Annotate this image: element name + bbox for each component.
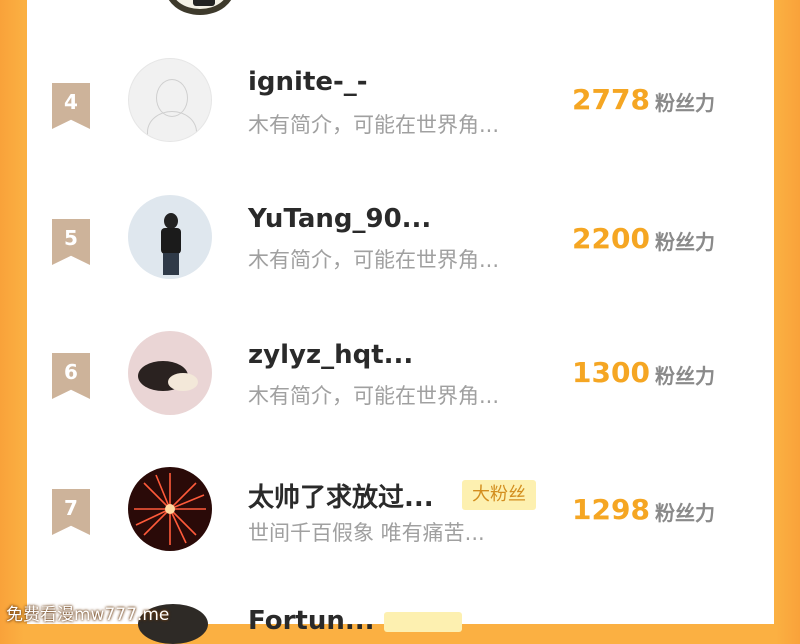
user-name[interactable]: YuTang_90... [248,204,431,234]
user-bio: 木有简介，可能在世界角... [248,113,500,137]
avatar-figure-legs [163,253,179,275]
big-fan-badge [384,612,462,632]
user-name[interactable]: 太帅了求放过... [248,477,434,514]
fan-ranking-panel: 4 ignite-_- 木有简介，可能在世界角... 2778 粉丝力 5 Yu… [27,0,774,644]
rank-badge: 5 [52,219,90,265]
list-item[interactable]: 6 zylyz_hqt... 木有简介，可能在世界角... 1300 粉丝力 [27,318,774,428]
fan-power-value: 2778 [572,83,650,116]
user-name[interactable]: ignite-_- [248,67,368,97]
rank-badge: 6 [52,353,90,399]
fan-power-label: 粉丝力 [655,364,715,388]
avatar[interactable] [128,331,212,415]
user-bio: 木有简介，可能在世界角... [248,248,500,272]
avatar[interactable] [128,195,212,279]
user-name[interactable]: Fortun... [248,606,374,636]
avatar[interactable] [128,58,212,142]
user-name[interactable]: zylyz_hqt... [248,340,413,370]
fan-power-label: 粉丝力 [655,501,715,525]
avatar[interactable] [128,467,212,551]
list-item[interactable]: 7 太帅了求放过... 大粉丝 世间千百假象 唯有痛苦... 1298 粉丝力 [27,455,774,565]
avatar-figure-body [161,228,181,254]
avatar[interactable] [165,0,235,15]
fan-power-value: 1300 [572,356,650,389]
user-bio: 木有简介，可能在世界角... [248,384,500,408]
watermark: 免费看漫mw777.me [6,605,170,625]
list-item[interactable]: 4 ignite-_- 木有简介，可能在世界角... 2778 粉丝力 [27,45,774,155]
fan-power-value: 2200 [572,222,650,255]
rank-badge: 7 [52,489,90,535]
user-bio: 世间千百假象 唯有痛苦... [248,521,485,545]
firework-icon [134,473,206,545]
big-fan-badge: 大粉丝 [462,480,536,510]
rank-badge: 4 [52,83,90,129]
default-avatar-body [147,111,197,141]
fan-power-label: 粉丝力 [655,91,715,115]
fan-power-label: 粉丝力 [655,230,715,254]
avatar-figure-head [164,213,178,229]
list-item[interactable]: 5 YuTang_90... 木有简介，可能在世界角... 2200 粉丝力 [27,182,774,292]
avatar-dog-face [168,373,198,391]
fan-power-value: 1298 [572,493,650,526]
